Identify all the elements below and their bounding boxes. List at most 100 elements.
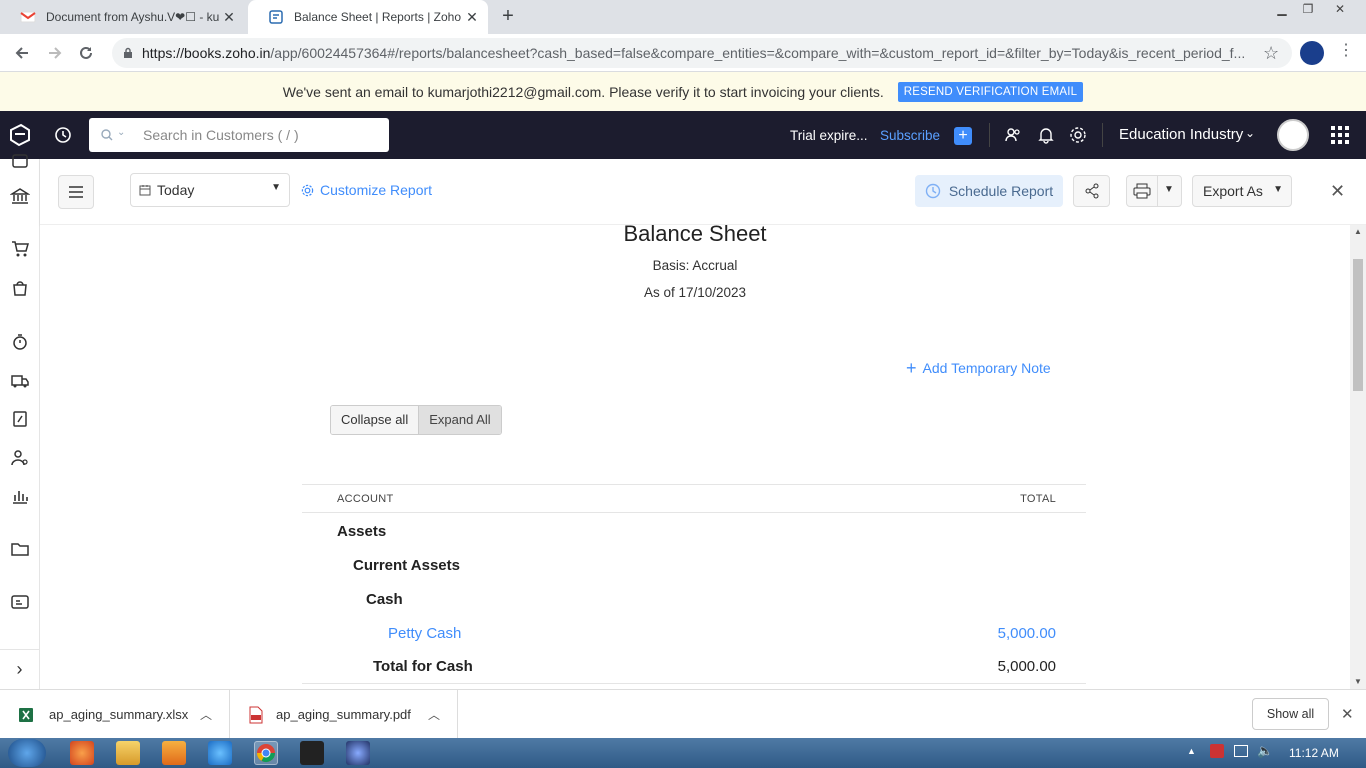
clock-icon bbox=[925, 183, 941, 199]
action-center-flag-icon[interactable] bbox=[1210, 744, 1224, 758]
report-menu-button[interactable] bbox=[58, 175, 94, 209]
firefox-taskbar-icon[interactable] bbox=[70, 741, 94, 765]
printer-icon bbox=[1133, 183, 1151, 199]
zoho-books-logo-icon[interactable] bbox=[7, 122, 33, 148]
close-download-bar-icon[interactable]: ✕ bbox=[1341, 705, 1354, 723]
download-item-xlsx[interactable]: ap_aging_summary.xlsx ︿ bbox=[0, 690, 230, 739]
organization-name[interactable]: Education Industry bbox=[1119, 126, 1243, 143]
forward-icon[interactable] bbox=[44, 42, 66, 64]
column-header-total: TOTAL bbox=[1020, 493, 1056, 505]
back-icon[interactable] bbox=[11, 42, 33, 64]
app-taskbar-icon[interactable] bbox=[300, 741, 324, 765]
bank-icon[interactable] bbox=[10, 186, 30, 206]
app-grid-icon[interactable] bbox=[1331, 126, 1349, 144]
scrollbar-thumb[interactable] bbox=[1353, 259, 1363, 391]
reload-icon[interactable] bbox=[75, 42, 97, 64]
chevron-up-icon[interactable]: ︿ bbox=[200, 706, 212, 723]
user-avatar[interactable] bbox=[1277, 119, 1309, 151]
chevron-up-icon[interactable]: ︿ bbox=[428, 706, 440, 723]
table-row-assets: Assets bbox=[302, 514, 1086, 548]
add-temporary-note-link[interactable]: + Add Temporary Note bbox=[906, 359, 1051, 377]
search-input[interactable]: Search in Customers ( / ) bbox=[143, 127, 299, 143]
shopping-bag-icon[interactable] bbox=[10, 278, 30, 298]
schedule-report-label: Schedule Report bbox=[948, 183, 1054, 199]
hamburger-icon bbox=[69, 186, 83, 198]
window-close-icon[interactable]: ✕ bbox=[1328, 0, 1352, 18]
expand-all-button[interactable]: Expand All bbox=[419, 406, 501, 434]
expand-sidebar-chevron-icon[interactable]: › bbox=[0, 649, 39, 689]
schedule-report-button[interactable]: Schedule Report bbox=[915, 175, 1063, 207]
scroll-up-arrow-icon[interactable]: ▲ bbox=[1354, 227, 1362, 236]
start-button[interactable] bbox=[8, 739, 46, 767]
gmail-icon bbox=[20, 11, 36, 23]
show-all-downloads-button[interactable]: Show all bbox=[1252, 698, 1329, 730]
divider bbox=[1157, 176, 1158, 206]
url-host: https://books.zoho.in bbox=[142, 45, 271, 61]
minimize-icon[interactable]: ▁ bbox=[1270, 0, 1294, 18]
file-explorer-taskbar-icon[interactable] bbox=[116, 741, 140, 765]
vertical-scrollbar[interactable]: ▲ ▼ bbox=[1350, 225, 1366, 689]
journal-icon[interactable] bbox=[10, 409, 30, 429]
internet-explorer-taskbar-icon[interactable] bbox=[208, 741, 232, 765]
petty-cash-amount-link[interactable]: 5,000.00 bbox=[998, 625, 1056, 642]
quick-create-button[interactable]: + bbox=[954, 127, 972, 145]
report-basis: Basis: Accrual bbox=[652, 258, 738, 273]
close-report-icon[interactable]: ✕ bbox=[1330, 181, 1345, 202]
date-range-select[interactable]: Today ▼ bbox=[130, 173, 290, 207]
collapse-expand-group: Collapse all Expand All bbox=[330, 405, 502, 435]
browser-tab-balance-sheet[interactable]: Balance Sheet | Reports | Zoho Bo ✕ bbox=[248, 0, 488, 34]
sidebar-sales-icon[interactable] bbox=[10, 151, 30, 171]
app-taskbar-icon-2[interactable] bbox=[346, 741, 370, 765]
new-tab-button[interactable]: + bbox=[498, 6, 518, 27]
cart-icon[interactable] bbox=[10, 239, 30, 259]
settings-gear-icon[interactable] bbox=[1069, 126, 1087, 144]
notifications-bell-icon[interactable] bbox=[1037, 126, 1055, 144]
scroll-down-arrow-icon[interactable]: ▼ bbox=[1354, 677, 1362, 686]
pdf-file-icon bbox=[249, 706, 263, 723]
chevron-down-icon[interactable]: ⌄ bbox=[117, 127, 125, 138]
url-field[interactable]: https://books.zoho.in/app/60024457364#/r… bbox=[112, 38, 1292, 68]
reports-chart-icon[interactable] bbox=[10, 486, 30, 506]
profile-avatar[interactable] bbox=[1300, 41, 1324, 65]
recent-history-icon[interactable] bbox=[54, 126, 72, 144]
search-icon bbox=[101, 129, 113, 141]
share-button[interactable] bbox=[1073, 175, 1110, 207]
export-as-button[interactable]: Export As ▼ bbox=[1192, 175, 1292, 207]
petty-cash-account-link[interactable]: Petty Cash bbox=[388, 625, 461, 642]
search-box[interactable]: ⌄ Search in Customers ( / ) bbox=[89, 118, 389, 152]
system-clock[interactable]: 11:12 AM bbox=[1289, 746, 1339, 760]
truck-icon[interactable] bbox=[10, 371, 30, 391]
chrome-taskbar-icon[interactable] bbox=[254, 741, 278, 765]
documents-folder-icon[interactable] bbox=[10, 539, 30, 559]
subscribe-link[interactable]: Subscribe bbox=[880, 128, 940, 143]
volume-icon[interactable]: 🔈 bbox=[1257, 743, 1273, 759]
restore-icon[interactable]: ❐ bbox=[1296, 0, 1320, 18]
browser-tab-gmail[interactable]: Document from Ayshu.V❤☐ - ku ✕ bbox=[0, 0, 245, 34]
customize-report-label: Customize Report bbox=[320, 182, 433, 198]
browser-menu-icon[interactable]: ⋮ bbox=[1338, 43, 1354, 59]
timer-icon[interactable] bbox=[10, 332, 30, 352]
row-label: Cash bbox=[366, 590, 403, 608]
accountant-icon[interactable] bbox=[10, 448, 30, 468]
bookmark-star-icon[interactable]: ☆ bbox=[1263, 43, 1279, 64]
tray-expand-icon[interactable]: ▲ bbox=[1187, 746, 1196, 756]
close-tab-icon[interactable]: ✕ bbox=[464, 9, 480, 25]
download-item-pdf[interactable]: ap_aging_summary.pdf ︿ bbox=[230, 690, 458, 739]
print-options-caret-icon[interactable]: ▼ bbox=[1164, 184, 1174, 195]
report-as-of-date: As of 17/10/2023 bbox=[643, 285, 747, 300]
customize-report-link[interactable]: Customize Report bbox=[301, 182, 432, 198]
users-icon[interactable] bbox=[1004, 126, 1022, 144]
tab-title: Balance Sheet | Reports | Zoho Bo bbox=[294, 10, 464, 24]
divider bbox=[1102, 123, 1103, 147]
lock-icon bbox=[124, 47, 132, 58]
org-chevron-down-icon[interactable]: ⌄ bbox=[1245, 126, 1255, 140]
row-label: Total for Cash bbox=[373, 658, 473, 675]
resend-verification-button[interactable]: RESEND VERIFICATION EMAIL bbox=[897, 81, 1084, 102]
browser-tab-strip: Document from Ayshu.V❤☐ - ku ✕ Balance S… bbox=[0, 0, 1366, 34]
close-tab-icon[interactable]: ✕ bbox=[221, 9, 237, 25]
print-button[interactable]: ▼ bbox=[1126, 175, 1182, 207]
network-icon[interactable] bbox=[1234, 745, 1248, 757]
media-player-taskbar-icon[interactable] bbox=[162, 741, 186, 765]
integrations-icon[interactable] bbox=[10, 592, 30, 612]
collapse-all-button[interactable]: Collapse all bbox=[331, 406, 420, 434]
